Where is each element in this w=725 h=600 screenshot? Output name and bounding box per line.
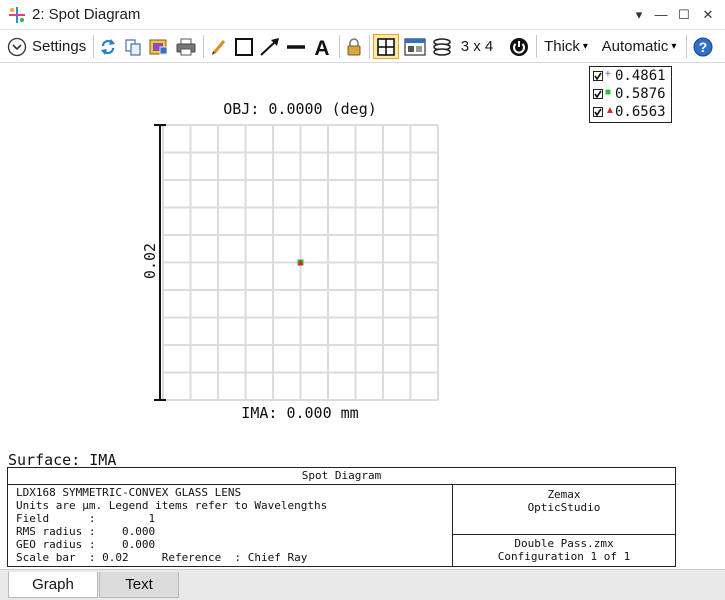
settings-label: Settings xyxy=(32,38,87,55)
settings-button[interactable]: Settings xyxy=(7,34,91,59)
toolbar-separator xyxy=(339,35,340,58)
text-a-icon: A xyxy=(314,37,329,57)
arrow-tool-button[interactable] xyxy=(258,34,282,59)
crosshair-button[interactable] xyxy=(373,34,399,59)
legend-item: ▲ 0.6563 xyxy=(590,104,673,122)
info-divider xyxy=(452,534,675,535)
help-icon: ? xyxy=(693,37,713,56)
line-icon xyxy=(287,44,305,49)
rectangle-tool-button[interactable] xyxy=(233,34,255,59)
printer-icon xyxy=(176,38,196,55)
file-name: Double Pass.zmx xyxy=(514,537,614,550)
legend-checkbox[interactable] xyxy=(593,89,603,99)
copy-button[interactable] xyxy=(122,34,144,59)
legend-marker-icon: + xyxy=(605,69,611,80)
pencil-icon xyxy=(212,39,226,55)
info-line: Units are µm. Legend items refer to Wave… xyxy=(16,499,328,512)
toolbar-separator xyxy=(369,35,370,58)
info-box-title: Spot Diagram xyxy=(8,468,675,485)
legend-item: ■ 0.5876 xyxy=(590,86,673,104)
svg-text:A: A xyxy=(314,37,329,57)
toolbar: Settings A 3 x 4 Thick ▾ Automatic ▾ ? xyxy=(0,30,725,63)
lock-icon xyxy=(347,37,361,55)
checkmark-icon xyxy=(594,90,602,98)
power-button[interactable] xyxy=(507,34,531,59)
legend-label: 0.6563 xyxy=(615,104,666,120)
refresh-icon xyxy=(101,38,115,55)
legend-marker-icon: ▲ xyxy=(605,105,615,116)
layers-button[interactable] xyxy=(431,34,453,59)
info-file: Double Pass.zmx Configuration 1 of 1 xyxy=(453,537,675,563)
print-button[interactable] xyxy=(174,34,198,59)
product-name: OpticStudio xyxy=(527,501,601,514)
chevron-down-icon: ▾ xyxy=(671,41,677,52)
info-line: LDX168 SYMMETRIC-CONVEX GLASS LENS xyxy=(16,486,242,499)
layers-icon xyxy=(433,37,451,56)
rectangle-icon xyxy=(235,37,253,56)
checkmark-icon xyxy=(594,72,602,80)
toolbar-separator xyxy=(93,35,94,58)
spot-diagram-plot xyxy=(154,124,439,401)
save-image-icon xyxy=(149,39,168,54)
window-layout-button[interactable] xyxy=(403,34,427,59)
line-tool-button[interactable] xyxy=(284,34,308,59)
save-image-button[interactable] xyxy=(148,34,170,59)
grid-layout-label: 3 x 4 xyxy=(460,38,494,55)
wavelength-legend: + 0.4861 ■ 0.5876 ▲ 0.6563 xyxy=(589,66,672,123)
company-name: Zemax xyxy=(547,488,581,501)
line-thickness-dropdown[interactable]: Thick ▾ xyxy=(541,34,591,59)
legend-checkbox[interactable] xyxy=(593,71,603,81)
crosshair-icon xyxy=(377,37,395,56)
arrow-icon xyxy=(260,37,279,56)
close-button[interactable]: ✕ xyxy=(697,4,719,26)
info-box: Spot Diagram LDX168 SYMMETRIC-CONVEX GLA… xyxy=(7,467,676,567)
window-menu-button[interactable]: ▾ xyxy=(628,4,650,26)
text-tool-button[interactable]: A xyxy=(310,34,334,59)
svg-text:?: ? xyxy=(699,39,708,55)
info-line: GEO radius : 0.000 xyxy=(16,538,156,551)
chevron-down-icon: ▾ xyxy=(582,41,588,52)
legend-marker-icon: ■ xyxy=(605,87,612,98)
window-title: 2: Spot Diagram xyxy=(32,6,141,23)
legend-label: 0.5876 xyxy=(615,86,666,102)
color-label: Automatic xyxy=(601,38,669,55)
toolbar-separator xyxy=(203,35,204,58)
copy-icon xyxy=(125,38,141,56)
power-icon xyxy=(510,37,528,56)
info-line: Field : 1 xyxy=(16,512,156,525)
info-line: RMS radius : 0.000 xyxy=(16,525,156,538)
toolbar-separator xyxy=(536,35,537,58)
minimize-button[interactable]: — xyxy=(650,4,672,26)
window-layout-icon xyxy=(404,37,426,56)
info-line: Scale bar : 0.02 Reference : Chief Ray xyxy=(16,551,308,564)
plot-title: OBJ: 0.0000 (deg) xyxy=(223,100,377,118)
refresh-button[interactable] xyxy=(97,34,119,59)
tab-bar: Graph Text xyxy=(0,569,725,600)
legend-label: 0.4861 xyxy=(615,68,666,84)
info-details: LDX168 SYMMETRIC-CONVEX GLASS LENS Units … xyxy=(16,486,327,564)
line-thickness-label: Thick xyxy=(544,38,580,55)
info-company: Zemax OpticStudio xyxy=(453,488,675,514)
tab-graph[interactable]: Graph xyxy=(8,572,98,598)
opticstudio-app-icon xyxy=(9,7,25,23)
checkmark-icon xyxy=(594,108,602,116)
legend-item: + 0.4861 xyxy=(590,68,673,86)
grid-layout-selector[interactable]: 3 x 4 xyxy=(459,34,495,59)
help-button[interactable]: ? xyxy=(691,34,715,59)
legend-checkbox[interactable] xyxy=(593,107,603,117)
toolbar-separator xyxy=(686,35,687,58)
plot-footer: IMA: 0.000 mm xyxy=(241,404,359,422)
lock-button[interactable] xyxy=(343,34,365,59)
chevron-down-circle-icon xyxy=(7,37,27,56)
tab-text[interactable]: Text xyxy=(99,572,179,598)
maximize-button[interactable]: ☐ xyxy=(673,4,695,26)
pencil-tool-button[interactable] xyxy=(208,34,230,59)
title-bar: 2: Spot Diagram ▾ — ☐ ✕ xyxy=(0,0,725,30)
color-dropdown[interactable]: Automatic ▾ xyxy=(597,34,681,59)
configuration-label: Configuration 1 of 1 xyxy=(497,550,631,563)
scale-bar-label: 0.02 xyxy=(141,242,159,280)
